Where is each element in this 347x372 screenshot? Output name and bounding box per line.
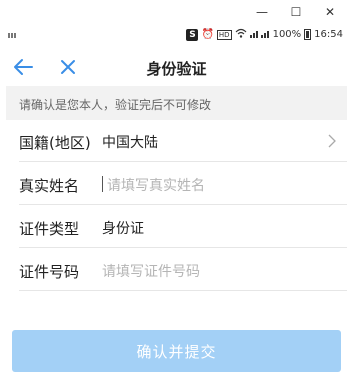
signal-dots-icon (8, 30, 20, 38)
divider (19, 161, 347, 162)
nationality-value: 中国大陆 (102, 135, 158, 151)
text-caret (102, 176, 103, 192)
window-maximize-button[interactable]: ☐ (279, 0, 313, 24)
real-name-label: 真实姓名 (19, 177, 80, 195)
notice-banner: 请确认是您本人，验证完后不可修改 (6, 86, 347, 120)
id-type-row[interactable]: 证件类型 身份证 (6, 206, 347, 248)
battery-icon (304, 29, 312, 40)
real-name-row: 真实姓名 请填写真实姓名 (6, 163, 347, 205)
window-titlebar: — ☐ ✕ (0, 0, 347, 24)
phone-screen: S ⏰ HD 100% 16:54 身份验证 请确认是您本人，验证完后不可修改 … (6, 24, 347, 372)
page-title: 身份验证 (146, 60, 207, 78)
divider (19, 247, 347, 248)
app-notification-icon: S (186, 28, 199, 41)
id-number-row: 证件号码 请填写证件号码 (6, 249, 347, 291)
cell-signal-icon (249, 28, 270, 41)
battery-percent: 100% (272, 29, 302, 40)
id-type-label: 证件类型 (19, 220, 80, 238)
wifi-icon (235, 28, 247, 41)
id-number-input[interactable]: 请填写证件号码 (102, 261, 200, 281)
clock: 16:54 (314, 29, 343, 40)
window-minimize-button[interactable]: — (245, 0, 279, 24)
hd-icon: HD (216, 29, 232, 40)
nationality-label: 国籍(地区) (19, 134, 91, 152)
id-type-value: 身份证 (102, 221, 144, 237)
submit-button[interactable]: 确认并提交 (12, 330, 341, 372)
chevron-right-icon (327, 133, 337, 148)
status-bar: S ⏰ HD 100% 16:54 (6, 24, 347, 48)
nav-bar: 身份验证 (6, 48, 347, 86)
alarm-icon: ⏰ (201, 29, 214, 40)
divider (19, 204, 347, 205)
window-close-button[interactable]: ✕ (313, 0, 347, 24)
nationality-row[interactable]: 国籍(地区) 中国大陆 (6, 120, 347, 162)
id-number-label: 证件号码 (19, 263, 80, 281)
real-name-input[interactable]: 请填写真实姓名 (107, 175, 205, 195)
divider (19, 290, 347, 291)
